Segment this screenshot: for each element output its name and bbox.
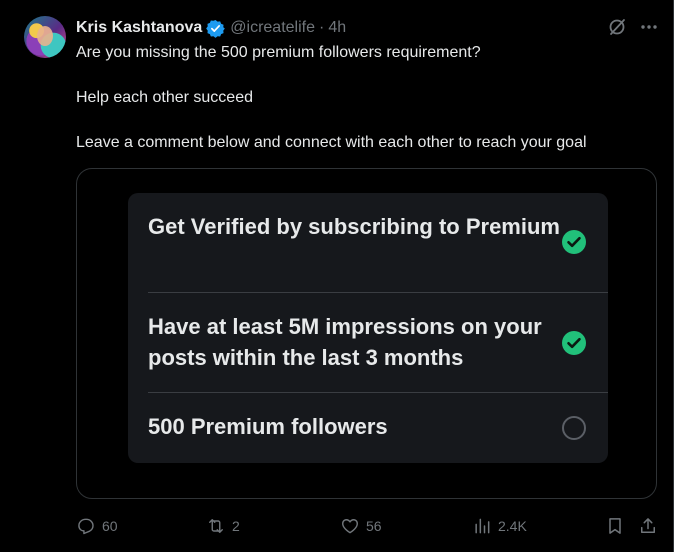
reply-icon [78, 518, 94, 535]
grok-icon[interactable] [606, 16, 628, 38]
check-circle-icon [562, 230, 586, 254]
divider [148, 392, 608, 393]
requirement-verified: Get Verified by subscribing to Premium [148, 214, 560, 239]
separator-dot: · [318, 19, 325, 36]
avatar-face [37, 26, 53, 46]
tweet-text-line-3: Leave a comment below and connect with e… [76, 134, 587, 151]
author-handle[interactable]: @icreatelife [230, 19, 315, 37]
views-icon [475, 518, 490, 534]
author-display-name[interactable]: Kris Kashtanova [76, 19, 202, 37]
repost-count: 2 [232, 518, 240, 534]
divider [148, 292, 608, 293]
avatar[interactable] [24, 16, 66, 58]
media-image[interactable]: Get Verified by subscribing to Premium H… [76, 168, 657, 499]
tweet-time[interactable]: 4h [328, 19, 346, 37]
share-icon [641, 518, 655, 533]
action-bar: 60 2 56 2.4K [0, 512, 674, 540]
like-count: 56 [366, 518, 382, 534]
like-icon [342, 519, 358, 534]
verified-badge-icon[interactable] [206, 19, 226, 38]
like-button[interactable]: 56 [340, 512, 382, 540]
share-button[interactable] [638, 512, 658, 540]
tweet-text-line-1: Are you missing the 500 premium follower… [76, 44, 481, 61]
requirements-card: Get Verified by subscribing to Premium H… [128, 193, 608, 463]
requirement-followers: 500 Premium followers [148, 414, 388, 439]
tweet[interactable]: Kris Kashtanova @icreatelife · 4h Are yo… [0, 0, 674, 552]
reply-count: 60 [102, 518, 118, 534]
tweet-header: Kris Kashtanova @icreatelife · 4h [76, 17, 346, 39]
requirement-impressions: Have at least 5M impressions on your pos… [148, 314, 542, 370]
repost-button[interactable]: 2 [206, 512, 240, 540]
more-icon[interactable] [638, 16, 660, 38]
repost-icon [209, 519, 223, 533]
bookmark-icon [609, 518, 621, 534]
tweet-text-line-2: Help each other succeed [76, 89, 253, 106]
views-button[interactable]: 2.4K [472, 512, 527, 540]
empty-circle-icon [562, 416, 586, 440]
check-circle-icon [562, 331, 586, 355]
views-count: 2.4K [498, 518, 527, 534]
reply-button[interactable]: 60 [76, 512, 118, 540]
bookmark-button[interactable] [605, 512, 625, 540]
